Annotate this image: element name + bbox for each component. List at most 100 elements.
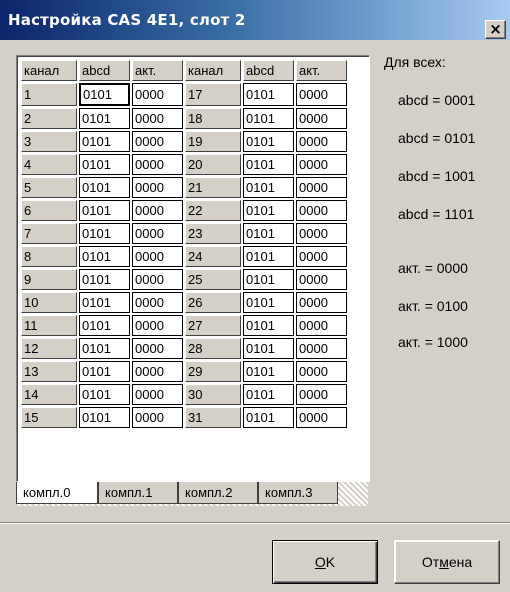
title-bar[interactable]: Настройка CAS 4E1, слот 2 × — [0, 0, 510, 40]
set-akt-0100-button[interactable]: акт. = 0100 — [398, 298, 468, 314]
channel-table: канал abcd акт. канал abcd акт. 1 0101 000… — [19, 58, 349, 430]
ok-button[interactable]: OK — [272, 540, 378, 584]
akt-cell[interactable]: 0000 — [296, 361, 347, 382]
akt-cell[interactable]: 0000 — [132, 361, 183, 382]
abcd-cell[interactable]: 0101 — [79, 83, 130, 106]
abcd-cell[interactable]: 0101 — [243, 292, 294, 313]
akt-cell[interactable]: 0000 — [296, 200, 347, 221]
akt-cell[interactable]: 0000 — [296, 154, 347, 175]
abcd-cell[interactable]: 0101 — [243, 131, 294, 152]
akt-cell[interactable]: 0000 — [132, 338, 183, 359]
akt-cell[interactable]: 0000 — [132, 131, 183, 152]
table-row: 15 0101 0000 31 0101 0000 — [21, 407, 347, 428]
channel-cell: 23 — [185, 223, 241, 244]
akt-cell[interactable]: 0000 — [132, 177, 183, 198]
channel-cell: 3 — [21, 131, 77, 152]
table-row: 1 0101 0000 17 0101 0000 — [21, 83, 347, 106]
channel-cell: 11 — [21, 315, 77, 336]
abcd-cell[interactable]: 0101 — [243, 407, 294, 428]
akt-cell[interactable]: 0000 — [296, 384, 347, 405]
akt-cell[interactable]: 0000 — [296, 131, 347, 152]
set-abcd-1101-button[interactable]: abcd = 1101 — [398, 206, 474, 222]
abcd-cell[interactable]: 0101 — [79, 292, 130, 313]
abcd-cell[interactable]: 0101 — [243, 338, 294, 359]
abcd-cell[interactable]: 0101 — [243, 223, 294, 244]
abcd-cell[interactable]: 0101 — [243, 154, 294, 175]
abcd-cell[interactable]: 0101 — [243, 108, 294, 129]
akt-cell[interactable]: 0000 — [132, 83, 183, 106]
akt-cell[interactable]: 0000 — [132, 108, 183, 129]
akt-cell[interactable]: 0000 — [296, 223, 347, 244]
abcd-cell[interactable]: 0101 — [243, 384, 294, 405]
akt-cell[interactable]: 0000 — [296, 108, 347, 129]
abcd-cell[interactable]: 0101 — [243, 83, 294, 106]
akt-cell[interactable]: 0000 — [296, 83, 347, 106]
column-header-akt: акт. — [132, 60, 183, 81]
akt-cell[interactable]: 0000 — [132, 407, 183, 428]
cancel-button[interactable]: Отмена — [394, 540, 500, 584]
abcd-cell[interactable]: 0101 — [79, 200, 130, 221]
channel-cell: 8 — [21, 246, 77, 267]
channel-cell: 15 — [21, 407, 77, 428]
abcd-cell[interactable]: 0101 — [79, 223, 130, 244]
tab-kompl-3[interactable]: компл.3 — [258, 482, 338, 504]
column-header-abcd-2: abcd — [243, 60, 294, 81]
abcd-cell[interactable]: 0101 — [79, 131, 130, 152]
abcd-cell[interactable]: 0101 — [243, 361, 294, 382]
akt-cell[interactable]: 0000 — [132, 154, 183, 175]
abcd-cell[interactable]: 0101 — [79, 108, 130, 129]
channel-cell: 5 — [21, 177, 77, 198]
channel-cell: 7 — [21, 223, 77, 244]
akt-cell[interactable]: 0000 — [132, 223, 183, 244]
tab-kompl-0[interactable]: компл.0 — [16, 482, 98, 504]
table-row: 3 0101 0000 19 0101 0000 — [21, 131, 347, 152]
akt-cell[interactable]: 0000 — [132, 315, 183, 336]
abcd-cell[interactable]: 0101 — [243, 315, 294, 336]
akt-cell[interactable]: 0000 — [296, 177, 347, 198]
abcd-cell[interactable]: 0101 — [243, 246, 294, 267]
abcd-cell[interactable]: 0101 — [79, 338, 130, 359]
akt-cell[interactable]: 0000 — [296, 292, 347, 313]
abcd-cell[interactable]: 0101 — [243, 269, 294, 290]
channel-grid[interactable]: канал abcd акт. канал abcd акт. 1 0101 000… — [16, 55, 370, 482]
akt-cell[interactable]: 0000 — [132, 292, 183, 313]
set-akt-1000-button[interactable]: акт. = 1000 — [398, 334, 468, 350]
window-title: Настройка CAS 4E1, слот 2 — [8, 11, 246, 29]
set-all-label: Для всех: — [384, 54, 446, 70]
akt-cell[interactable]: 0000 — [132, 384, 183, 405]
abcd-cell[interactable]: 0101 — [79, 407, 130, 428]
set-akt-0000-button[interactable]: акт. = 0000 — [398, 260, 468, 276]
abcd-cell[interactable]: 0101 — [79, 384, 130, 405]
tab-kompl-1[interactable]: компл.1 — [98, 482, 178, 504]
akt-cell[interactable]: 0000 — [132, 200, 183, 221]
akt-cell[interactable]: 0000 — [296, 338, 347, 359]
cancel-accel: м — [439, 554, 449, 570]
table-row: 10 0101 0000 26 0101 0000 — [21, 292, 347, 313]
set-abcd-0101-button[interactable]: abcd = 0101 — [398, 130, 475, 146]
akt-cell[interactable]: 0000 — [296, 407, 347, 428]
abcd-cell[interactable]: 0101 — [79, 269, 130, 290]
akt-cell[interactable]: 0000 — [132, 269, 183, 290]
channel-cell: 22 — [185, 200, 241, 221]
abcd-cell[interactable]: 0101 — [79, 177, 130, 198]
akt-cell[interactable]: 0000 — [296, 315, 347, 336]
akt-cell[interactable]: 0000 — [296, 246, 347, 267]
abcd-cell[interactable]: 0101 — [79, 154, 130, 175]
abcd-cell[interactable]: 0101 — [79, 246, 130, 267]
table-row: 4 0101 0000 20 0101 0000 — [21, 154, 347, 175]
akt-cell[interactable]: 0000 — [296, 269, 347, 290]
set-abcd-0001-button[interactable]: abcd = 0001 — [398, 92, 475, 108]
close-button[interactable]: × — [485, 20, 506, 39]
divider — [0, 522, 510, 524]
akt-cell[interactable]: 0000 — [132, 246, 183, 267]
abcd-cell[interactable]: 0101 — [243, 177, 294, 198]
channel-cell: 27 — [185, 315, 241, 336]
set-abcd-1001-button[interactable]: abcd = 1001 — [398, 168, 475, 184]
tab-kompl-2[interactable]: компл.2 — [178, 482, 258, 504]
cancel-pre: От — [421, 554, 440, 570]
abcd-cell[interactable]: 0101 — [243, 200, 294, 221]
abcd-cell[interactable]: 0101 — [79, 315, 130, 336]
channel-cell: 24 — [185, 246, 241, 267]
cancel-post: ена — [448, 554, 473, 570]
abcd-cell[interactable]: 0101 — [79, 361, 130, 382]
